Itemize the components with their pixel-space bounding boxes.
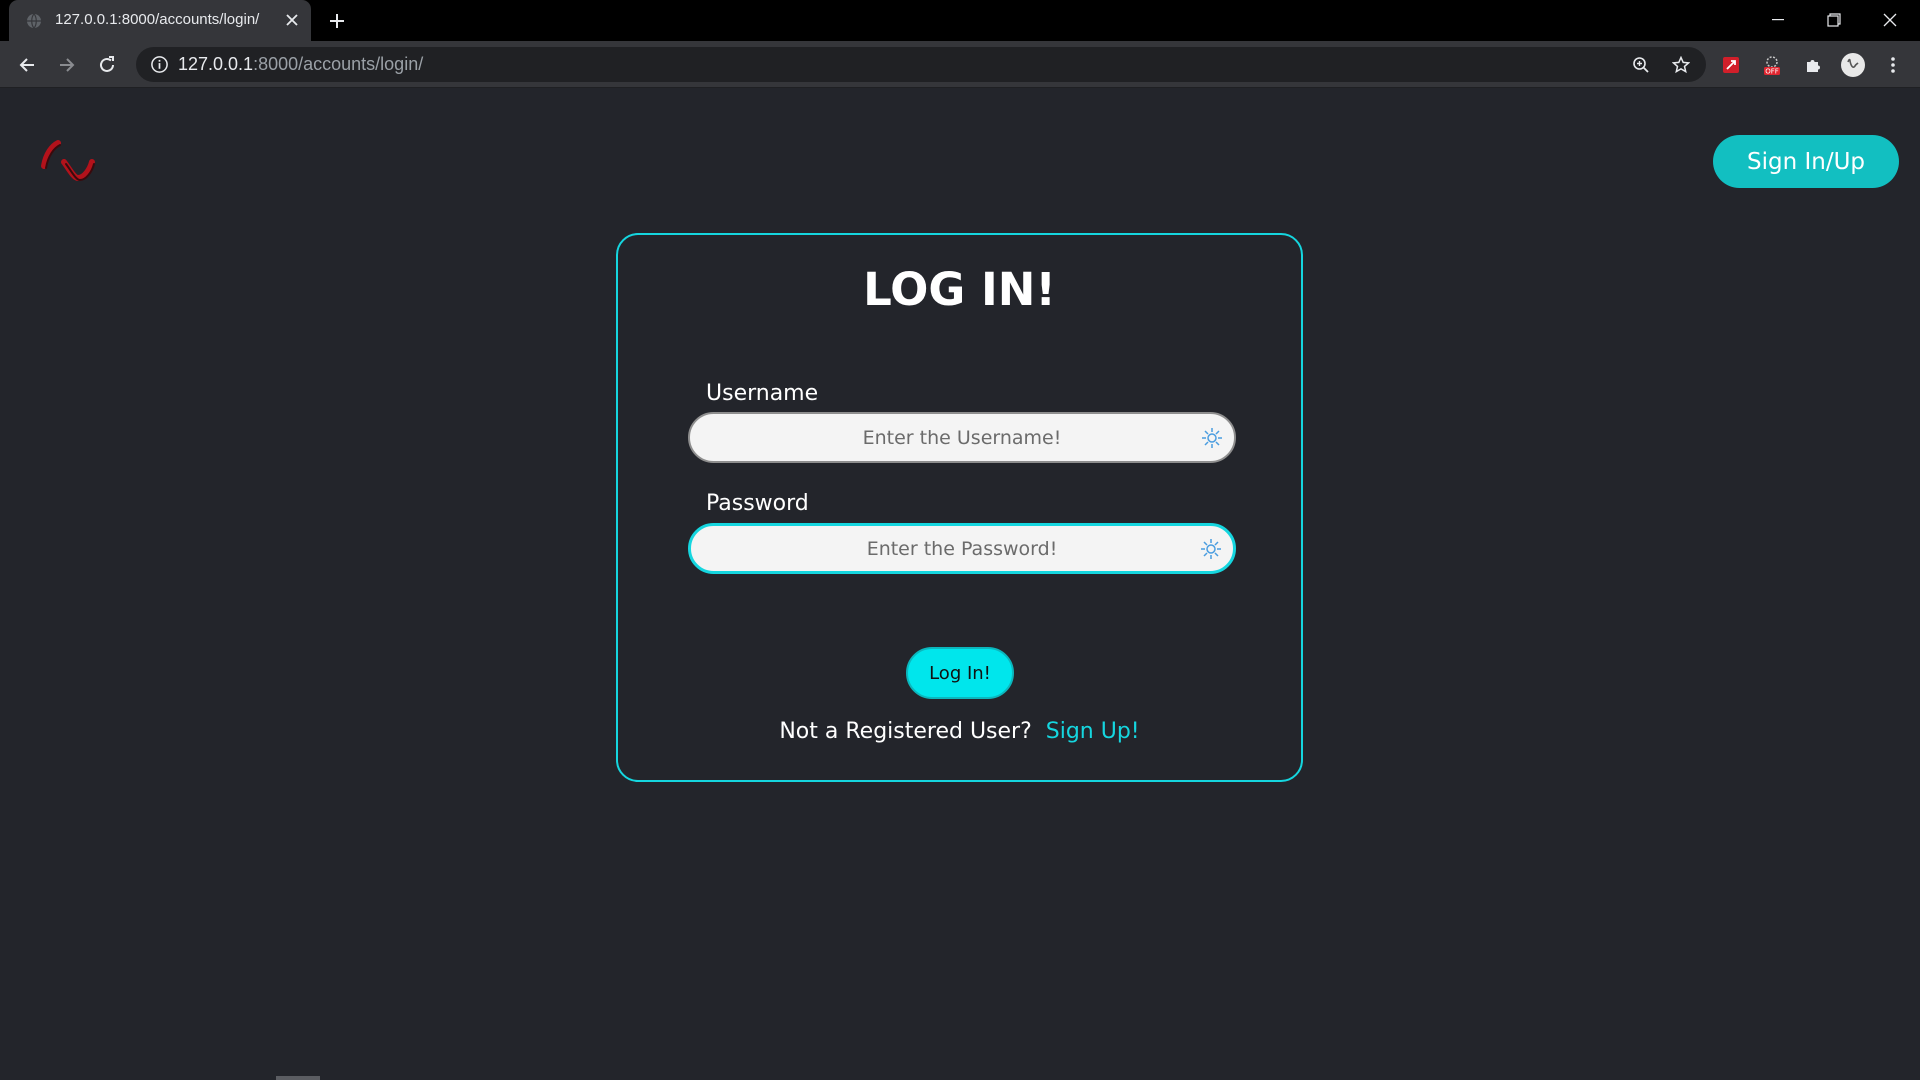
browser-toolbar: 127.0.0.1:8000/accounts/login/ OFF bbox=[0, 41, 1920, 88]
logo-icon[interactable] bbox=[38, 126, 118, 188]
username-label: Username bbox=[706, 381, 819, 406]
sparkle-icon[interactable] bbox=[1200, 426, 1224, 450]
username-input[interactable]: Enter the Username! bbox=[688, 412, 1236, 463]
signup-prompt: Not a Registered User? Sign Up! bbox=[618, 719, 1301, 744]
forward-icon[interactable] bbox=[52, 50, 82, 80]
profile-avatar-icon[interactable] bbox=[1840, 52, 1866, 78]
login-card: LOG IN! Username Enter the Username! Pas… bbox=[616, 233, 1303, 782]
not-registered-text: Not a Registered User? bbox=[779, 719, 1032, 744]
reload-icon[interactable] bbox=[92, 50, 122, 80]
username-placeholder: Enter the Username! bbox=[862, 426, 1062, 449]
address-bar[interactable]: 127.0.0.1:8000/accounts/login/ bbox=[136, 47, 1706, 82]
password-input[interactable]: Enter the Password! bbox=[688, 523, 1236, 574]
url-host: 127.0.0.1 bbox=[178, 54, 254, 74]
svg-text:OFF: OFF bbox=[1765, 68, 1779, 76]
tab-title: 127.0.0.1:8000/accounts/login/ bbox=[55, 11, 260, 28]
url-text: 127.0.0.1:8000/accounts/login/ bbox=[178, 54, 423, 75]
url-path: :8000/accounts/login/ bbox=[253, 54, 424, 74]
extension-red-icon[interactable] bbox=[1718, 52, 1744, 78]
signup-link[interactable]: Sign Up! bbox=[1046, 719, 1140, 744]
minimize-icon[interactable] bbox=[1755, 4, 1801, 36]
browser-tab[interactable]: 127.0.0.1:8000/accounts/login/ bbox=[9, 0, 311, 41]
new-tab-icon[interactable] bbox=[324, 8, 350, 34]
sparkle-icon[interactable] bbox=[1199, 537, 1223, 561]
close-tab-icon[interactable] bbox=[281, 9, 303, 31]
password-label: Password bbox=[706, 491, 809, 516]
browser-menu-icon[interactable] bbox=[1880, 52, 1906, 78]
globe-icon bbox=[27, 13, 41, 29]
window-close-icon[interactable] bbox=[1867, 4, 1913, 36]
scrollbar-indicator bbox=[276, 1076, 320, 1080]
sign-in-up-button[interactable]: Sign In/Up bbox=[1713, 135, 1899, 188]
bookmark-star-icon[interactable] bbox=[1669, 53, 1693, 77]
restore-icon[interactable] bbox=[1811, 4, 1857, 36]
info-icon[interactable] bbox=[150, 55, 169, 74]
extension-off-icon[interactable]: OFF bbox=[1759, 52, 1785, 78]
password-placeholder: Enter the Password! bbox=[866, 537, 1058, 560]
login-submit-button[interactable]: Log In! bbox=[906, 647, 1014, 699]
page-content: Sign In/Up LOG IN! Username Enter the Us… bbox=[0, 88, 1920, 1080]
zoom-icon[interactable] bbox=[1629, 53, 1653, 77]
back-icon[interactable] bbox=[12, 50, 42, 80]
extensions-puzzle-icon[interactable] bbox=[1800, 52, 1826, 78]
browser-tabstrip: 127.0.0.1:8000/accounts/login/ bbox=[0, 0, 1920, 41]
login-title: LOG IN! bbox=[863, 263, 1056, 316]
